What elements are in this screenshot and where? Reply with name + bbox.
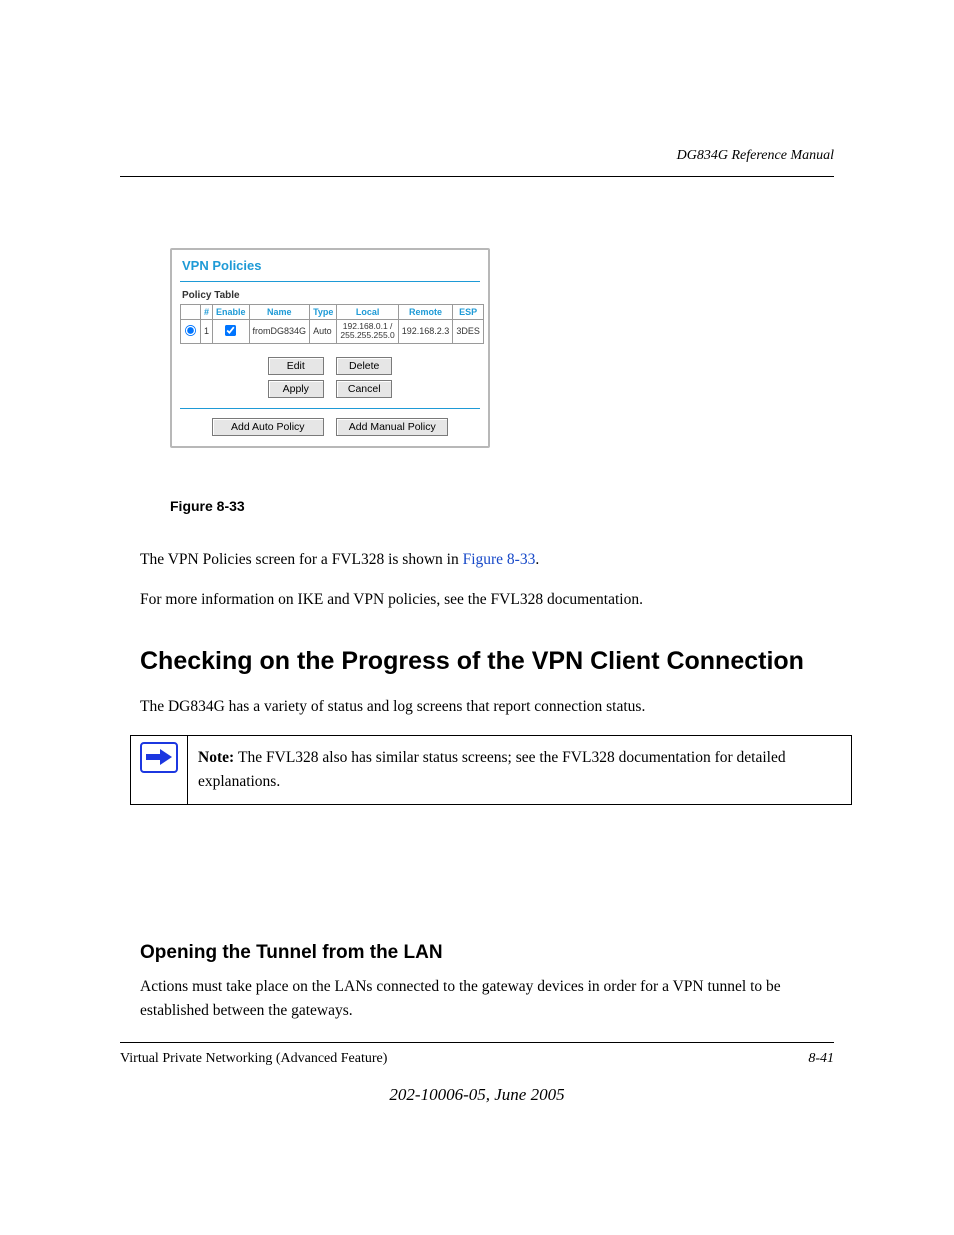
cancel-button[interactable]: Cancel xyxy=(336,380,392,398)
row-enable-checkbox[interactable] xyxy=(225,325,236,336)
apply-button[interactable]: Apply xyxy=(268,380,324,398)
panel-subtitle: Policy Table xyxy=(182,290,480,301)
col-name: Name xyxy=(249,305,310,320)
delete-button[interactable]: Delete xyxy=(336,357,392,375)
row-remote: 192.168.2.3 xyxy=(398,320,453,344)
policy-table-header: # Enable Name Type Local Remote ESP xyxy=(181,305,484,320)
row-idx: 1 xyxy=(201,320,213,344)
row-esp: 3DES xyxy=(453,320,484,344)
link-figure-8-33[interactable]: Figure 8-33 xyxy=(463,551,536,568)
add-manual-policy-button[interactable]: Add Manual Policy xyxy=(336,418,448,436)
paragraph: Actions must take place on the LANs conn… xyxy=(140,975,834,1023)
subsection-heading: Opening the Tunnel from the LAN xyxy=(140,942,834,964)
edit-button[interactable]: Edit xyxy=(268,357,324,375)
row-select-radio[interactable] xyxy=(185,325,196,336)
arrow-right-icon xyxy=(140,742,178,773)
footer-right: 8-41 xyxy=(808,1051,834,1067)
panel-title: VPN Policies xyxy=(182,258,480,273)
header-rule xyxy=(120,176,834,177)
running-head: DG834G Reference Manual xyxy=(120,148,834,164)
row-name: fromDG834G xyxy=(249,320,310,344)
note-text: Note: The FVL328 also has similar status… xyxy=(188,736,851,804)
paragraph: The DG834G has a variety of status and l… xyxy=(140,695,834,719)
col-type: Type xyxy=(310,305,337,320)
footer-draft: 202-10006-05, June 2005 xyxy=(120,1085,834,1105)
figure-caption: Figure 8-33 xyxy=(170,498,245,514)
paragraph: The VPN Policies screen for a FVL328 is … xyxy=(140,548,834,572)
policy-table-row: 1 fromDG834G Auto 192.168.0.1 / 255.255.… xyxy=(181,320,484,344)
footer-rule xyxy=(120,1042,834,1043)
paragraph: For more information on IKE and VPN poli… xyxy=(140,588,834,612)
add-auto-policy-button[interactable]: Add Auto Policy xyxy=(212,418,324,436)
col-remote: Remote xyxy=(398,305,453,320)
note-box: Note: The FVL328 also has similar status… xyxy=(130,735,852,805)
col-enable: Enable xyxy=(213,305,250,320)
section-heading: Checking on the Progress of the VPN Clie… xyxy=(140,642,834,681)
panel-separator xyxy=(180,281,480,282)
panel-separator xyxy=(180,408,480,409)
row-type: Auto xyxy=(310,320,337,344)
figure-vpn-policies: VPN Policies Policy Table # Enable Name … xyxy=(170,248,486,448)
policy-table: # Enable Name Type Local Remote ESP 1 fr… xyxy=(180,304,484,344)
col-select xyxy=(181,305,201,320)
col-idx: # xyxy=(201,305,213,320)
footer-left: Virtual Private Networking (Advanced Fea… xyxy=(120,1051,387,1067)
row-local: 192.168.0.1 / 255.255.255.0 xyxy=(337,320,398,344)
col-esp: ESP xyxy=(453,305,484,320)
col-local: Local xyxy=(337,305,398,320)
